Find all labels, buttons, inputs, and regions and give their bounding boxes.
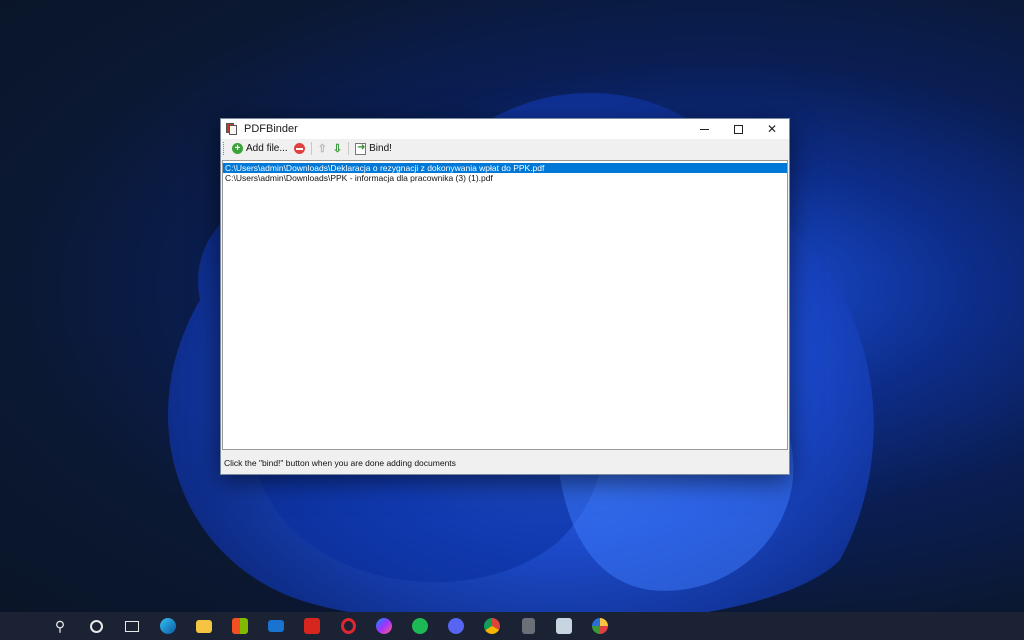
taskbar: ⚲ — [0, 612, 1024, 640]
move-down-button[interactable]: ⇩ — [330, 140, 345, 157]
minimize-icon — [699, 128, 709, 130]
status-text: Click the "bind!" button when you are do… — [224, 458, 456, 468]
taskbar-wps-office[interactable] — [294, 612, 330, 640]
opera-icon — [340, 618, 356, 634]
add-file-button[interactable]: + Add file... — [229, 140, 291, 157]
maximize-icon — [733, 124, 743, 134]
window-controls: ✕ — [687, 119, 789, 139]
move-up-button[interactable]: ⇧ — [315, 140, 330, 157]
taskbar-store[interactable] — [222, 612, 258, 640]
taskbar-steam[interactable] — [546, 612, 582, 640]
taskbar-calculator[interactable] — [510, 612, 546, 640]
toolbar-separator — [310, 142, 312, 155]
start-button[interactable] — [6, 612, 42, 640]
bind-label: Bind! — [369, 143, 392, 154]
chrome-icon — [484, 618, 500, 634]
cortana-icon — [89, 619, 103, 633]
add-file-label: Add file... — [246, 143, 288, 154]
close-button[interactable]: ✕ — [755, 119, 789, 139]
taskbar-mail[interactable] — [258, 612, 294, 640]
calculator-icon — [521, 618, 535, 634]
task-view-icon — [125, 620, 139, 632]
paint-icon — [592, 618, 608, 634]
search-button[interactable]: ⚲ — [42, 612, 78, 640]
window-title: PDFBinder — [244, 123, 298, 135]
bind-button[interactable]: Bind! — [352, 140, 395, 157]
arrow-up-icon: ⇧ — [317, 143, 327, 155]
pdfbinder-window: PDFBinder ✕ + Add file... ⇧ ⇩ Bind! C:\U… — [220, 118, 790, 475]
task-view-button[interactable] — [114, 612, 150, 640]
minimize-button[interactable] — [687, 119, 721, 139]
taskbar-discord[interactable] — [438, 612, 474, 640]
taskbar-opera[interactable] — [330, 612, 366, 640]
taskbar-paint[interactable] — [582, 612, 618, 640]
bind-icon — [355, 142, 367, 155]
maximize-button[interactable] — [721, 119, 755, 139]
file-explorer-icon — [196, 619, 212, 633]
remove-icon — [293, 143, 305, 154]
toolbar-separator — [348, 142, 350, 155]
taskbar-spotify[interactable] — [402, 612, 438, 640]
spotify-icon — [412, 618, 428, 634]
discord-icon — [448, 618, 464, 634]
search-icon: ⚲ — [54, 617, 66, 634]
taskbar-file-explorer[interactable] — [186, 612, 222, 640]
windows-start-icon — [17, 619, 31, 633]
toolbar-grip[interactable] — [223, 142, 226, 155]
messenger-icon — [376, 618, 392, 634]
remove-file-button[interactable] — [291, 140, 308, 157]
wps-office-icon — [304, 618, 320, 634]
list-item[interactable]: C:\Users\admin\Downloads\PPK - informacj… — [223, 173, 787, 183]
taskbar-messenger[interactable] — [366, 612, 402, 640]
arrow-down-icon: ⇩ — [332, 143, 343, 155]
store-icon — [232, 618, 248, 634]
status-bar: Click the "bind!" button when you are do… — [221, 452, 789, 474]
steam-icon — [556, 618, 572, 634]
title-bar[interactable]: PDFBinder ✕ — [221, 119, 789, 139]
toolbar: + Add file... ⇧ ⇩ Bind! — [221, 139, 789, 158]
add-icon: + — [232, 143, 243, 154]
taskbar-edge[interactable] — [150, 612, 186, 640]
close-icon: ✕ — [766, 122, 778, 136]
edge-icon — [160, 618, 176, 634]
list-item[interactable]: C:\Users\admin\Downloads\Deklaracja o re… — [223, 163, 787, 173]
cortana-button[interactable] — [78, 612, 114, 640]
mail-icon — [268, 620, 284, 632]
pdfbinder-app-icon — [226, 123, 238, 135]
file-list[interactable]: C:\Users\admin\Downloads\Deklaracja o re… — [222, 160, 788, 450]
taskbar-chrome[interactable] — [474, 612, 510, 640]
